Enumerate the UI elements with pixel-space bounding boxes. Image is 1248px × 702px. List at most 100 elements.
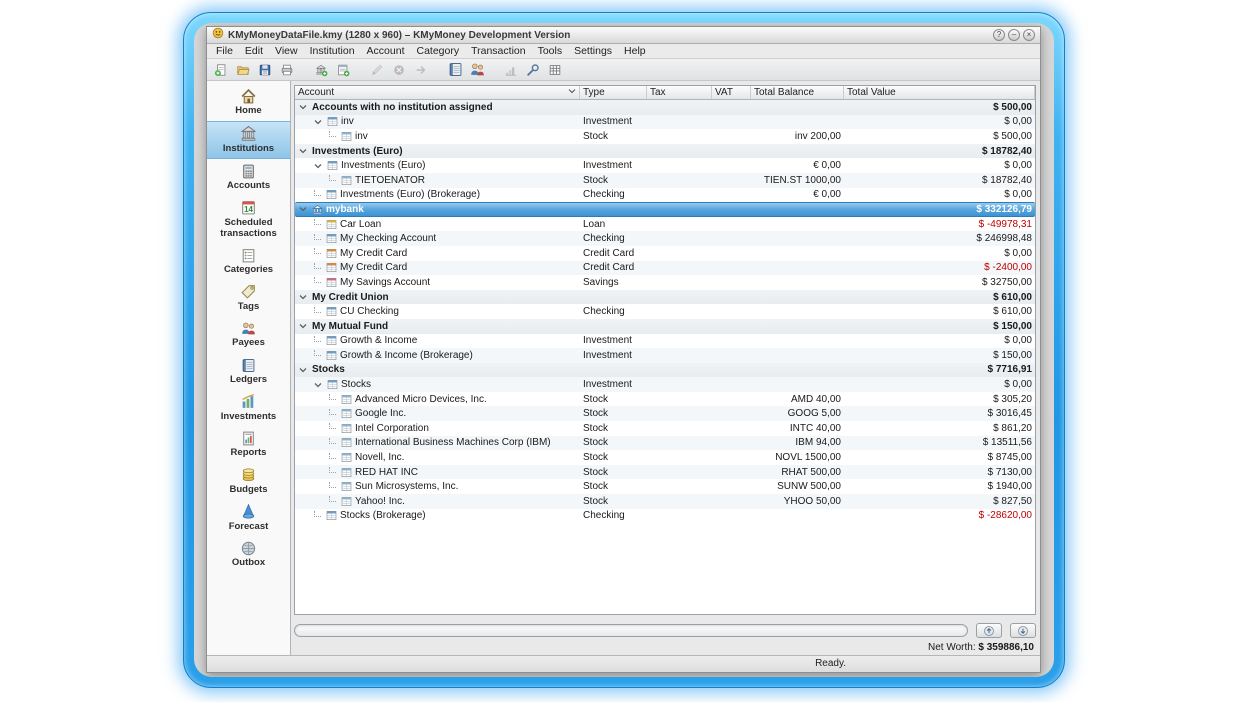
configure-icon[interactable] [524,61,542,79]
sidebar-item-reports[interactable]: Reports [207,426,290,463]
account-row[interactable]: CU CheckingChecking$ 610,00 [295,304,1035,319]
sidebar-item-payees[interactable]: Payees [207,316,290,353]
account-row[interactable]: Yahoo! Inc.StockYHOO 50,00$ 827,50 [295,494,1035,509]
sidebar-item-investments[interactable]: Investments [207,390,290,427]
column-header-type[interactable]: Type [580,86,647,99]
account-row[interactable]: StocksInvestment$ 0,00 [295,377,1035,392]
tax-cell [647,304,712,319]
vat-cell [712,334,751,349]
account-row[interactable]: TIETOENATORStockTIEN.ST 1000,00$ 18782,4… [295,173,1035,188]
app-icon [212,26,224,44]
sidebar-item-tags[interactable]: Tags [207,280,290,317]
account-row[interactable]: My Savings AccountSavings$ 32750,00 [295,275,1035,290]
sidebar-item-scheduled-transactions[interactable]: 14Scheduled transactions [207,196,290,243]
account-cell: Stocks (Brokerage) [295,509,580,524]
account-row[interactable]: Google Inc.StockGOOG 5,00$ 3016,45 [295,406,1035,421]
minimize-button[interactable]: – [1008,29,1020,41]
menu-account[interactable]: Account [361,45,411,57]
menu-settings[interactable]: Settings [568,45,618,57]
column-header-vat[interactable]: VAT [712,86,751,99]
account-row[interactable]: Investments (Euro)Investment€ 0,00$ 0,00 [295,158,1035,173]
menu-transaction[interactable]: Transaction [465,45,531,57]
tree-elbow [314,234,321,240]
expander-icon [299,322,307,330]
menu-tools[interactable]: Tools [532,45,569,57]
institution-row[interactable]: mybank$ 332126,79 [295,202,1035,217]
account-row[interactable]: Car LoanLoan$ -49978,31 [295,217,1035,232]
ledgers-icon[interactable] [446,61,464,79]
institution-row[interactable]: Accounts with no institution assigned$ 5… [295,100,1035,115]
column-header-account[interactable]: Account [295,86,580,99]
expander-icon [299,205,307,213]
tree-elbow [314,248,321,254]
account-row[interactable]: invStockinv 200,00$ 500,00 [295,129,1035,144]
column-header-total-value[interactable]: Total Value [844,86,1035,99]
total-balance-cell [751,377,844,392]
tax-cell [647,348,712,363]
institution-row[interactable]: Investments (Euro)$ 18782,40 [295,144,1035,159]
account-row[interactable]: My Credit CardCredit Card$ -2400,00 [295,261,1035,276]
print-icon[interactable] [278,61,296,79]
institution-row[interactable]: My Mutual Fund$ 150,00 [295,319,1035,334]
sidebar-item-forecast[interactable]: Forecast [207,500,290,537]
account-cell: Growth & Income [295,334,580,349]
account-name: Accounts with no institution assigned [312,102,493,113]
sidebar-item-ledgers[interactable]: Ledgers [207,353,290,390]
title-bar[interactable]: KMyMoneyDataFile.kmy (1280 x 960) – KMyM… [207,27,1040,44]
sidebar-item-home[interactable]: Home [207,84,290,121]
payees-icon[interactable] [468,61,486,79]
account-row[interactable]: Sun Microsystems, Inc.StockSUNW 500,00$ … [295,479,1035,494]
account-row[interactable]: Growth & Income (Brokerage)Investment$ 1… [295,348,1035,363]
progress-down-button[interactable] [1010,623,1036,638]
sidebar-item-categories[interactable]: Categories [207,243,290,280]
account-row[interactable]: invInvestment$ 0,00 [295,115,1035,130]
account-row[interactable]: Investments (Euro) (Brokerage)Checking€ … [295,188,1035,203]
menu-help[interactable]: Help [618,45,652,57]
vat-cell [712,203,751,216]
account-row[interactable]: Intel CorporationStockINTC 40,00$ 861,20 [295,421,1035,436]
sidebar-item-accounts[interactable]: Accounts [207,159,290,196]
total-balance-cell: TIEN.ST 1000,00 [751,173,844,188]
type-cell: Investment [580,377,647,392]
account-row[interactable]: Stocks (Brokerage)Checking$ -28620,00 [295,509,1035,524]
sidebar-item-label: Home [235,106,261,117]
account-cell: Car Loan [295,217,580,232]
sidebar-item-budgets[interactable]: Budgets [207,463,290,500]
menu-view[interactable]: View [269,45,304,57]
account-cell: inv [295,115,580,130]
account-row[interactable]: Novell, Inc.StockNOVL 1500,00$ 8745,00 [295,450,1035,465]
creditcard-account-icon [326,248,337,259]
type-cell: Stock [580,392,647,407]
total-value-cell: $ 7716,91 [844,363,1035,378]
type-cell [580,100,647,115]
institution-row[interactable]: My Credit Union$ 610,00 [295,290,1035,305]
consistency-icon[interactable] [546,61,564,79]
new-institution-icon[interactable] [312,61,330,79]
menu-edit[interactable]: Edit [239,45,269,57]
new-account-icon[interactable] [334,61,352,79]
account-row[interactable]: RED HAT INCStockRHAT 500,00$ 7130,00 [295,465,1035,480]
help-button[interactable]: ? [993,29,1005,41]
menu-category[interactable]: Category [411,45,466,57]
account-row[interactable]: International Business Machines Corp (IB… [295,436,1035,451]
close-button[interactable]: × [1023,29,1035,41]
sidebar-item-institutions[interactable]: Institutions [207,121,290,160]
account-row[interactable]: Growth & IncomeInvestment$ 0,00 [295,334,1035,349]
menu-file[interactable]: File [210,45,239,57]
account-row[interactable]: My Credit CardCredit Card$ 0,00 [295,246,1035,261]
account-row[interactable]: My Checking AccountChecking$ 246998,48 [295,231,1035,246]
tree-elbow [329,394,336,400]
open-file-icon[interactable] [234,61,252,79]
account-row[interactable]: Advanced Micro Devices, Inc.StockAMD 40,… [295,392,1035,407]
progress-up-button[interactable] [976,623,1002,638]
column-header-total-balance[interactable]: Total Balance [751,86,844,99]
menu-institution[interactable]: Institution [304,45,361,57]
institution-row[interactable]: Stocks$ 7716,91 [295,363,1035,378]
account-cell: Stocks [295,377,580,392]
total-value-cell: $ 861,20 [844,421,1035,436]
tree-elbow [329,467,336,473]
sidebar-item-outbox[interactable]: Outbox [207,536,290,573]
new-book-icon[interactable] [212,61,230,79]
column-header-tax[interactable]: Tax [647,86,712,99]
save-icon[interactable] [256,61,274,79]
